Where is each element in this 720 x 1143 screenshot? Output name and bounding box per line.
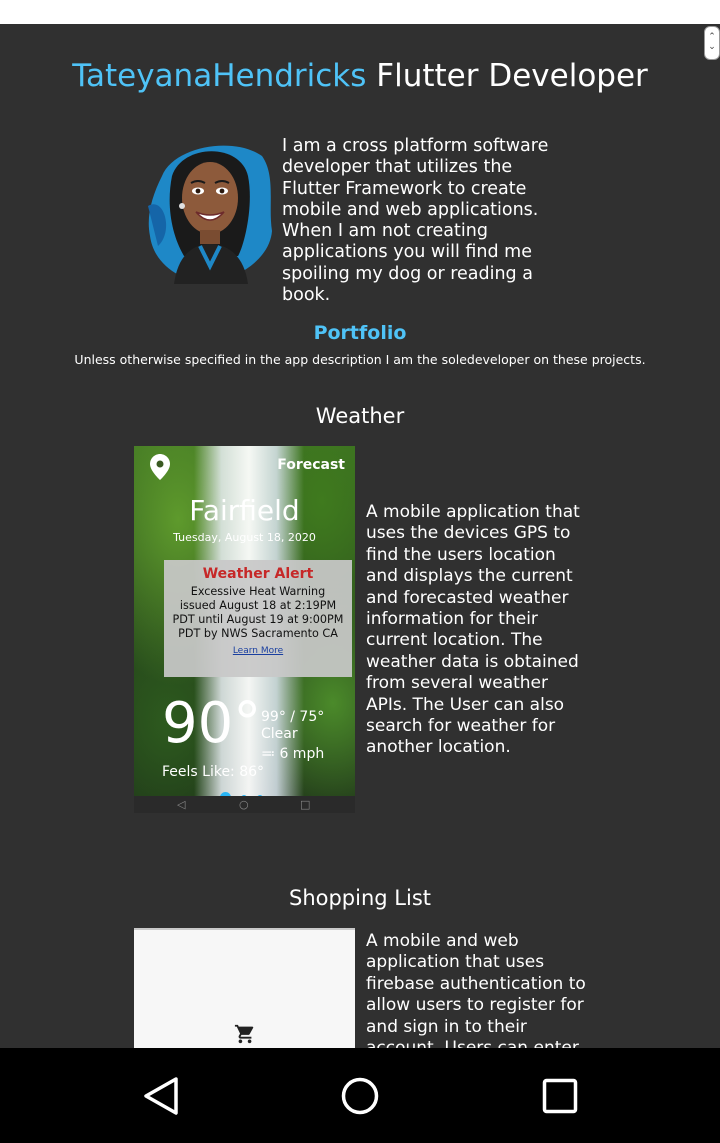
forecast-tab: Forecast — [277, 457, 345, 473]
current-temperature: 90° — [162, 691, 262, 756]
project-title-weather: Weather — [315, 404, 405, 428]
scroll-up-icon: ⌃ — [708, 32, 716, 42]
android-navigation-bar — [0, 1048, 720, 1143]
shopping-list-screenshot — [134, 928, 355, 1060]
alert-learn-more-link: Learn More — [232, 646, 284, 656]
feels-like: Feels Like: 86° — [162, 764, 265, 780]
alert-title: Weather Alert — [202, 566, 314, 582]
top-app-bar — [0, 0, 720, 24]
avatar — [148, 145, 272, 284]
portfolio-note: Unless otherwise specified in the app de… — [74, 352, 646, 367]
high-low-temperature: 99° / 75° — [261, 709, 325, 725]
alert-body: Excessive Heat Warning issued August 18 … — [172, 585, 344, 640]
weather-app-screenshot: Forecast Fairfield Tuesday, August 18, 2… — [134, 446, 355, 813]
scroll-handle[interactable]: ⌃ ⌄ — [704, 26, 720, 60]
wind-speed: 6 mph — [279, 746, 325, 762]
screenshot-back-icon: ◁ — [177, 798, 186, 811]
developer-name: TateyanaHendricks — [72, 58, 367, 94]
wind-speed-row: ≕ 6 mph — [261, 746, 324, 762]
home-icon[interactable] — [340, 1076, 380, 1116]
weather-alert-card: Weather Alert Excessive Heat Warning iss… — [164, 560, 352, 677]
screenshot-nav-bar: ◁ ○ □ — [134, 796, 355, 813]
project-description-weather: A mobile application that uses the devic… — [366, 502, 580, 758]
screenshot-recents-icon: □ — [300, 798, 311, 811]
city-name: Fairfield — [189, 494, 300, 527]
project-title-shopping-list: Shopping List — [288, 886, 431, 910]
wind-icon: ≕ — [261, 746, 275, 762]
page-title: TateyanaHendricks Flutter Developer — [0, 58, 720, 94]
developer-role: Flutter Developer — [376, 58, 648, 94]
bio-text: I am a cross platform software developer… — [282, 136, 549, 306]
location-pin-icon — [150, 454, 170, 480]
project-description-shopping-list: A mobile and web application that uses f… — [366, 931, 586, 1058]
scroll-down-icon: ⌄ — [708, 42, 716, 52]
recents-icon[interactable] — [542, 1076, 578, 1116]
screenshot-home-icon: ○ — [239, 798, 249, 811]
portfolio-heading: Portfolio — [313, 322, 407, 344]
back-icon[interactable] — [142, 1076, 180, 1116]
current-date: Tuesday, August 18, 2020 — [173, 531, 316, 544]
weather-condition: Clear — [261, 726, 298, 742]
shopping-cart-icon — [234, 1024, 254, 1044]
